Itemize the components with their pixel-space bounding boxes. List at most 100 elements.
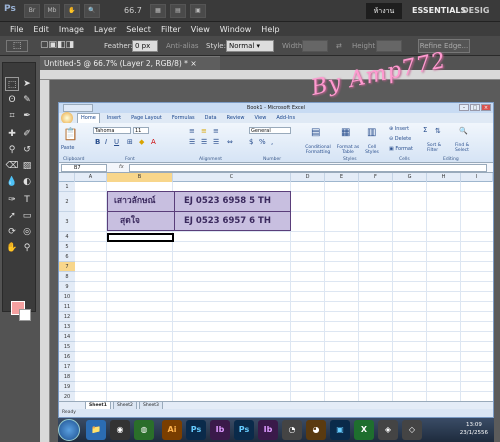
tab-view[interactable]: View bbox=[251, 115, 269, 121]
name-box[interactable]: B7 bbox=[61, 164, 107, 172]
column-header[interactable]: F bbox=[359, 173, 393, 182]
tab-insert[interactable]: Insert bbox=[104, 115, 124, 121]
zoom-level[interactable]: 66.7 bbox=[124, 6, 142, 15]
align-right-icon[interactable]: ☰ bbox=[213, 138, 219, 146]
menu-edit[interactable]: Edit bbox=[33, 25, 49, 34]
sort-filter-icon[interactable]: ⇅ bbox=[435, 127, 441, 135]
column-header[interactable]: A bbox=[75, 173, 107, 182]
media-icon[interactable]: ◉ bbox=[110, 420, 130, 440]
spreadsheet-grid[interactable]: A B C D E F G H I 1 2 3 4 5 6 7 8 9 10 11 12 13 14 15 1… bbox=[59, 173, 493, 401]
merge-center-icon[interactable]: ⇔ bbox=[227, 138, 233, 146]
firefox-icon[interactable]: ◍ bbox=[134, 420, 154, 440]
font-color-icon[interactable]: A bbox=[151, 138, 156, 146]
tab-formulas[interactable]: Formulas bbox=[169, 115, 198, 121]
menu-image[interactable]: Image bbox=[59, 25, 84, 34]
menu-filter[interactable]: Filter bbox=[161, 25, 181, 34]
minimize-icon[interactable]: – bbox=[459, 104, 469, 111]
format-cells-button[interactable]: ▣ Format bbox=[389, 146, 413, 152]
tab-add-ins[interactable]: Add-Ins bbox=[273, 115, 298, 121]
photoshop-task-icon[interactable]: Ps bbox=[186, 420, 206, 440]
menu-select[interactable]: Select bbox=[126, 25, 151, 34]
close-icon[interactable]: × bbox=[190, 59, 196, 68]
row-header[interactable]: 4 bbox=[59, 232, 75, 242]
currency-icon[interactable]: $ bbox=[249, 138, 253, 146]
column-header[interactable]: I bbox=[461, 173, 493, 182]
screen-mode-icon[interactable]: ▣ bbox=[190, 4, 206, 18]
align-top-icon[interactable]: ≡ bbox=[189, 127, 195, 135]
active-cell[interactable] bbox=[107, 233, 174, 242]
percent-icon[interactable]: % bbox=[259, 138, 266, 146]
close-icon[interactable]: × bbox=[481, 104, 491, 111]
cell-styles-icon[interactable]: ▥ bbox=[367, 127, 376, 138]
gradient-tool-icon[interactable]: ▨ bbox=[20, 159, 34, 173]
marquee-tool-preset-icon[interactable]: ⬚ bbox=[6, 40, 28, 52]
column-header[interactable]: C bbox=[173, 173, 291, 182]
number-format-select[interactable]: General bbox=[249, 127, 291, 134]
row-header[interactable]: 7 bbox=[59, 262, 75, 272]
hand-tool-icon[interactable]: ✋ bbox=[5, 241, 19, 255]
conditional-formatting-icon[interactable]: ▤ bbox=[311, 127, 320, 138]
align-center-icon[interactable]: ☰ bbox=[201, 138, 207, 146]
dodge-tool-icon[interactable]: ◐ bbox=[20, 175, 34, 189]
formula-input[interactable] bbox=[129, 164, 487, 172]
tab-review[interactable]: Review bbox=[224, 115, 248, 121]
tab-page-layout[interactable]: Page Layout bbox=[128, 115, 165, 121]
workspace-design[interactable]: DESIG bbox=[462, 6, 489, 15]
font-size-select[interactable]: 11 bbox=[133, 127, 149, 134]
history-brush-icon[interactable]: ↺ bbox=[20, 143, 34, 157]
table-cell-tracking[interactable]: EJ 0523 6957 6 TH bbox=[184, 212, 271, 231]
row-header[interactable]: 10 bbox=[59, 292, 75, 302]
clone-stamp-icon[interactable]: ⚲ bbox=[5, 143, 19, 157]
row-header[interactable]: 3 bbox=[59, 212, 75, 232]
italic-icon[interactable]: I bbox=[105, 138, 107, 146]
row-header[interactable]: 13 bbox=[59, 322, 75, 332]
minibridge-icon[interactable]: Mb bbox=[44, 4, 60, 18]
lasso-tool-icon[interactable]: ʘ bbox=[5, 93, 19, 107]
tab-home[interactable]: Home bbox=[77, 113, 100, 123]
menu-layer[interactable]: Layer bbox=[94, 25, 116, 34]
row-header[interactable]: 17 bbox=[59, 362, 75, 372]
column-header[interactable]: H bbox=[427, 173, 461, 182]
row-header[interactable]: 9 bbox=[59, 282, 75, 292]
start-button[interactable] bbox=[58, 419, 80, 441]
delete-cells-button[interactable]: ⊖ Delete bbox=[389, 136, 411, 142]
indesign-icon[interactable]: Ib bbox=[258, 420, 278, 440]
antialias-checkbox[interactable]: Anti-alias bbox=[166, 42, 199, 50]
hand-icon[interactable]: ✋ bbox=[64, 4, 80, 18]
brush-tool-icon[interactable]: ✐ bbox=[20, 127, 34, 141]
healing-brush-icon[interactable]: ✚ bbox=[5, 127, 19, 141]
eraser-tool-icon[interactable]: ⌫ bbox=[5, 159, 19, 173]
column-header[interactable]: G bbox=[393, 173, 427, 182]
table-cell-name[interactable]: เสาวลักษณ์ bbox=[114, 192, 155, 211]
row-header[interactable]: 16 bbox=[59, 352, 75, 362]
height-input[interactable] bbox=[376, 40, 402, 52]
menu-help[interactable]: Help bbox=[261, 25, 279, 34]
row-header[interactable]: 6 bbox=[59, 252, 75, 262]
tab-data[interactable]: Data bbox=[202, 115, 220, 121]
style-select[interactable]: Normal ▾ bbox=[226, 40, 274, 52]
width-input[interactable] bbox=[302, 40, 328, 52]
swap-icon[interactable]: ⇄ bbox=[336, 42, 342, 50]
find-select-icon[interactable]: 🔍 bbox=[459, 127, 468, 135]
firefox-icon[interactable]: ◕ bbox=[306, 420, 326, 440]
crop-tool-icon[interactable]: ⌗ bbox=[5, 109, 19, 123]
row-header[interactable]: 20 bbox=[59, 392, 75, 401]
document-tab[interactable]: Untitled-5 @ 66.7% (Layer 2, RGB/8) * × bbox=[40, 56, 220, 70]
column-header[interactable]: E bbox=[325, 173, 359, 182]
select-all-corner[interactable] bbox=[59, 173, 75, 182]
row-header[interactable]: 11 bbox=[59, 302, 75, 312]
column-header[interactable]: D bbox=[291, 173, 325, 182]
menu-view[interactable]: View bbox=[191, 25, 210, 34]
background-color-swatch[interactable] bbox=[19, 309, 31, 321]
indesign-icon[interactable]: Ib bbox=[210, 420, 230, 440]
app-icon[interactable]: ◇ bbox=[402, 420, 422, 440]
align-bottom-icon[interactable]: ≡ bbox=[213, 127, 219, 135]
row-header[interactable]: 14 bbox=[59, 332, 75, 342]
row-header[interactable]: 18 bbox=[59, 372, 75, 382]
row-header[interactable]: 1 bbox=[59, 182, 75, 192]
quick-select-tool-icon[interactable]: ✎ bbox=[20, 93, 34, 107]
bold-icon[interactable]: B bbox=[95, 138, 100, 146]
illustrator-icon[interactable]: Ai bbox=[162, 420, 182, 440]
bridge-icon[interactable]: Br bbox=[24, 4, 40, 18]
marquee-tool-icon[interactable]: ⬚ bbox=[5, 77, 19, 91]
